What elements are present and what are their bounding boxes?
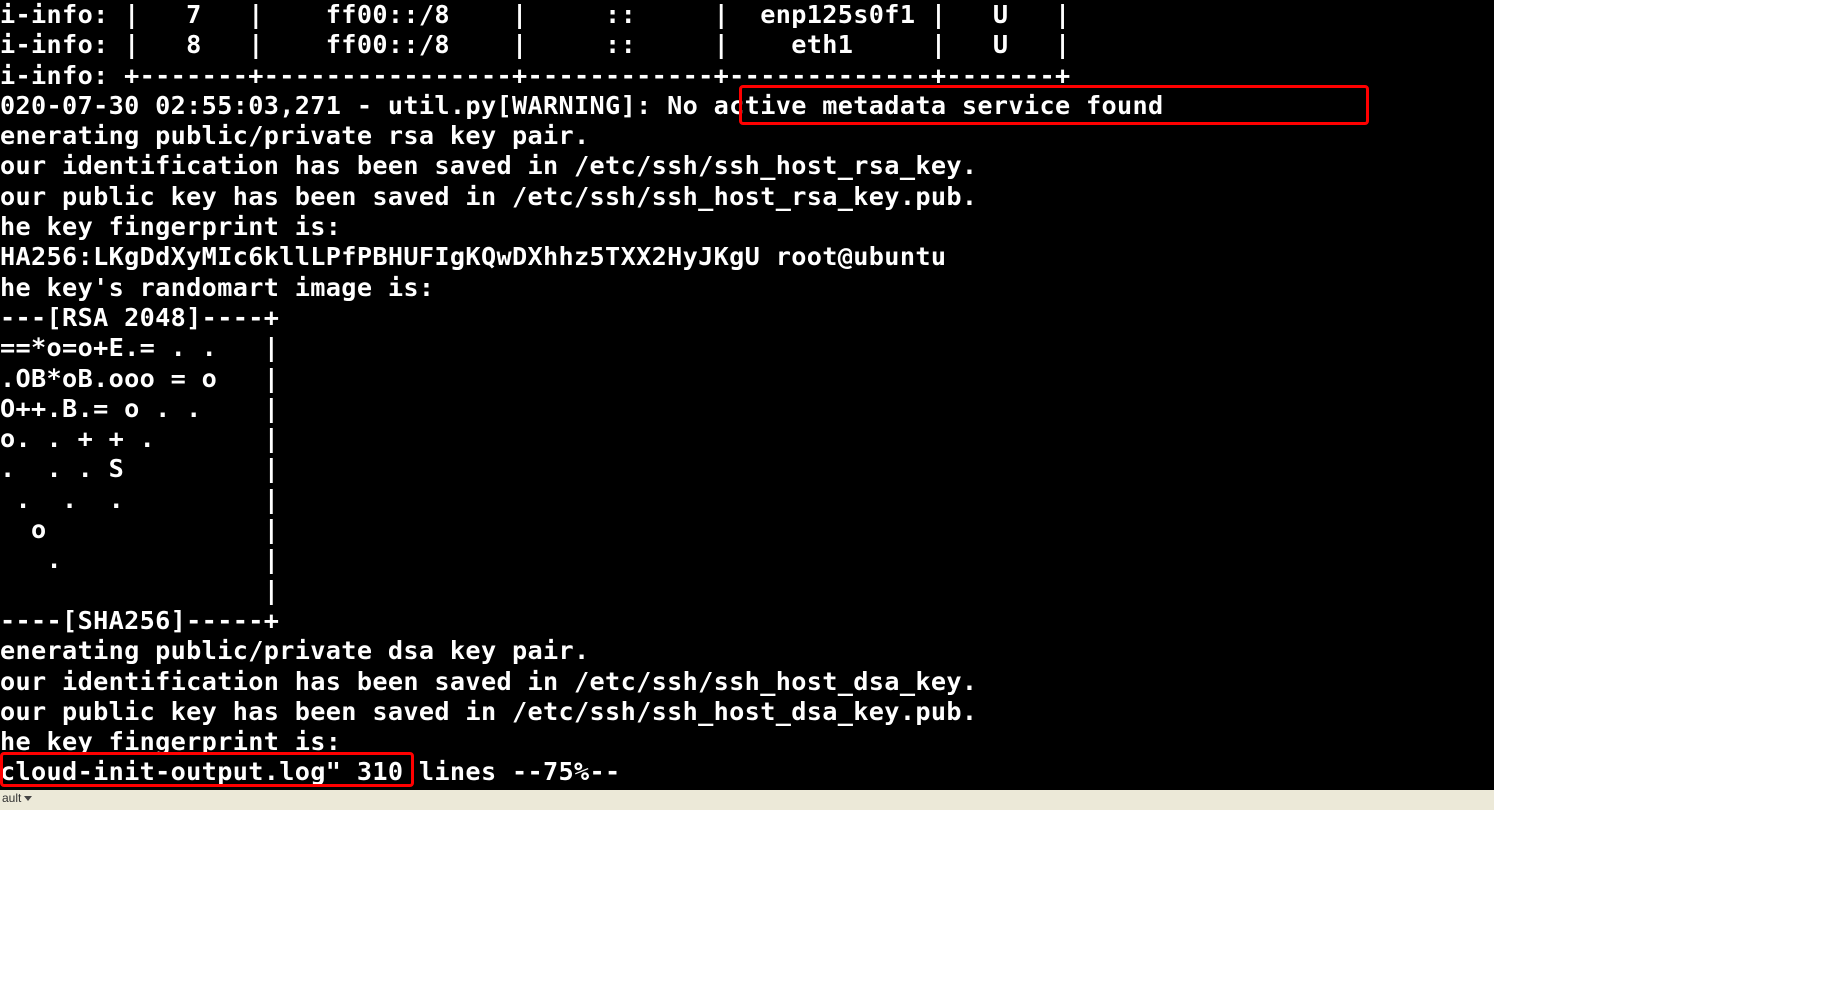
- blank-area-bottom: [0, 810, 1494, 997]
- terminal-line: . |: [0, 545, 1494, 575]
- terminal-line: HA256:LKgDdXyMIc6kllLPfPBHUFIgKQwDXhhz5T…: [0, 242, 1494, 272]
- blank-area-right: [1494, 0, 1833, 997]
- terminal-line: ----[SHA256]-----+: [0, 606, 1494, 636]
- terminal-line: our identification has been saved in /et…: [0, 667, 1494, 697]
- dropdown-label[interactable]: ault: [2, 791, 21, 805]
- terminal-line: o |: [0, 515, 1494, 545]
- terminal-line: |: [0, 576, 1494, 606]
- window-toolbar: ault: [0, 790, 1494, 810]
- chevron-down-icon[interactable]: [24, 796, 32, 801]
- terminal-line: our public key has been saved in /etc/ss…: [0, 697, 1494, 727]
- terminal-line: enerating public/private rsa key pair.: [0, 121, 1494, 151]
- terminal-line: enerating public/private dsa key pair.: [0, 636, 1494, 666]
- terminal-window[interactable]: i-info: | 7 | ff00::/8 | :: | enp125s0f1…: [0, 0, 1494, 790]
- terminal-line: our public key has been saved in /etc/ss…: [0, 182, 1494, 212]
- terminal-line: O++.B.= o . . |: [0, 394, 1494, 424]
- terminal-line: . . . S |: [0, 454, 1494, 484]
- terminal-line: o. . + + . |: [0, 424, 1494, 454]
- terminal-line: .OB*oB.ooo = o |: [0, 364, 1494, 394]
- terminal-line: our identification has been saved in /et…: [0, 151, 1494, 181]
- terminal-line: he key's randomart image is:: [0, 273, 1494, 303]
- annotation-highlight-warning: [739, 85, 1369, 125]
- annotation-highlight-filename: [0, 752, 414, 787]
- terminal-line: i-info: | 7 | ff00::/8 | :: | enp125s0f1…: [0, 0, 1494, 30]
- terminal-line: i-info: | 8 | ff00::/8 | :: | eth1 | U |: [0, 30, 1494, 60]
- terminal-line: . . . |: [0, 485, 1494, 515]
- terminal-line: he key fingerprint is:: [0, 212, 1494, 242]
- terminal-line: ==*o=o+E.= . . |: [0, 333, 1494, 363]
- terminal-line: ---[RSA 2048]----+: [0, 303, 1494, 333]
